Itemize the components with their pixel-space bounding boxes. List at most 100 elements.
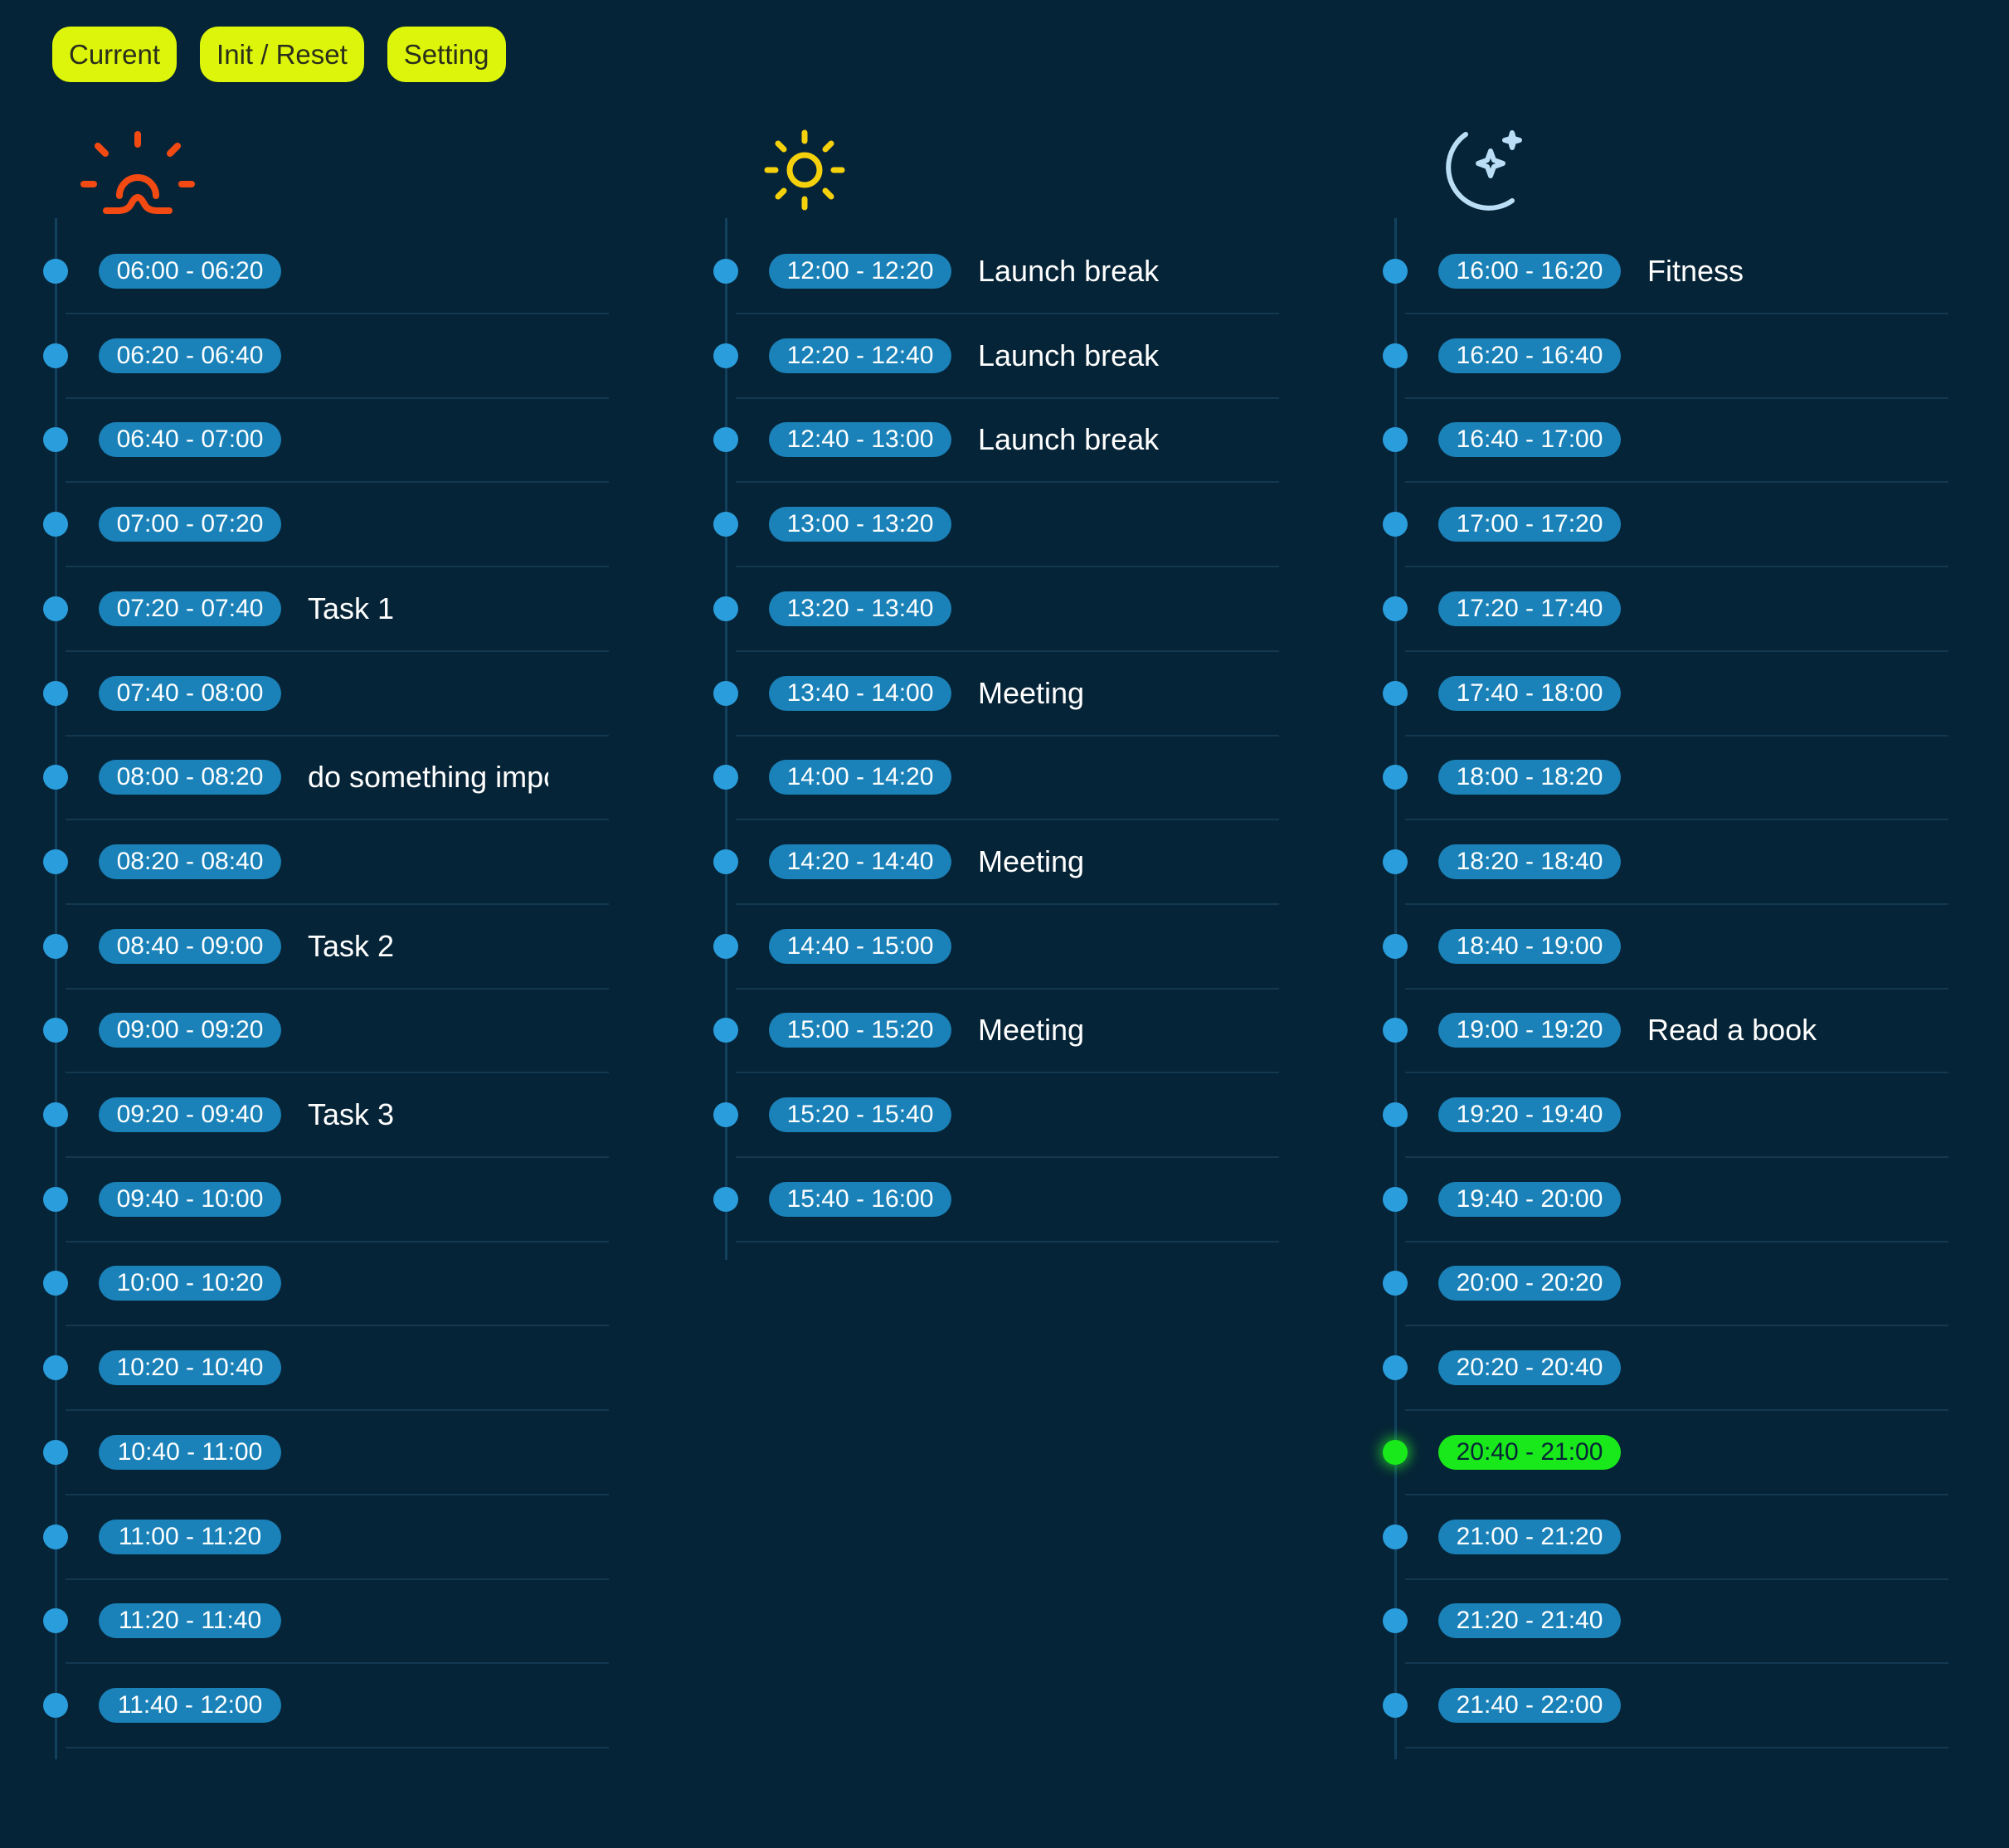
time-slot[interactable]: 17:20 - 17:40 <box>1383 567 1992 652</box>
task-label[interactable] <box>1647 1519 1888 1555</box>
time-slot[interactable]: 21:00 - 21:20 <box>1383 1495 1992 1580</box>
task-label[interactable]: Launch break <box>978 338 1219 374</box>
current-button[interactable]: Current <box>52 27 178 82</box>
task-label[interactable] <box>308 1012 548 1048</box>
time-slot[interactable]: 09:40 - 10:00 <box>43 1158 652 1243</box>
task-label[interactable] <box>978 759 1219 795</box>
time-slot[interactable]: 15:00 - 15:20 Meeting <box>713 989 1322 1074</box>
task-label[interactable]: Task 2 <box>308 928 548 965</box>
task-label[interactable]: do something impo <box>308 759 548 795</box>
task-label[interactable]: Read a book <box>1647 1012 1888 1048</box>
time-slot[interactable]: 08:00 - 08:20 do something impo <box>43 736 652 821</box>
setting-button[interactable]: Setting <box>387 27 506 82</box>
task-label[interactable] <box>1647 506 1888 542</box>
time-slot[interactable]: 09:00 - 09:20 <box>43 989 652 1074</box>
time-slot[interactable]: 13:20 - 13:40 <box>713 567 1322 652</box>
task-label[interactable] <box>1647 1434 1888 1471</box>
time-slot[interactable]: 16:00 - 16:20 Fitness <box>1383 230 1992 314</box>
task-label[interactable] <box>1647 1181 1888 1218</box>
task-label[interactable]: Meeting <box>978 1012 1219 1048</box>
task-label[interactable] <box>978 928 1219 965</box>
task-label[interactable] <box>978 1181 1219 1218</box>
time-slot[interactable]: 13:40 - 14:00 Meeting <box>713 652 1322 737</box>
time-slot[interactable]: 20:20 - 20:40 <box>1383 1326 1992 1412</box>
time-slot[interactable]: 11:20 - 11:40 <box>43 1579 652 1665</box>
task-label[interactable]: Fitness <box>1647 253 1888 289</box>
task-label[interactable] <box>1647 675 1888 712</box>
time-slot[interactable]: 12:00 - 12:20 Launch break <box>713 230 1322 314</box>
time-slot[interactable]: 16:20 - 16:40 <box>1383 314 1992 399</box>
task-label[interactable] <box>308 1434 548 1471</box>
time-slot[interactable]: 06:20 - 06:40 <box>43 314 652 399</box>
task-label[interactable] <box>308 1350 548 1386</box>
task-label[interactable] <box>1647 1350 1888 1386</box>
time-slot[interactable]: 19:00 - 19:20 Read a book <box>1383 989 1992 1074</box>
time-slot[interactable]: 10:40 - 11:00 <box>43 1411 652 1495</box>
time-slot[interactable]: 11:40 - 12:00 <box>43 1664 652 1748</box>
time-slot[interactable]: 18:40 - 19:00 <box>1383 905 1992 990</box>
task-label[interactable] <box>308 1181 548 1218</box>
task-label[interactable] <box>1647 1602 1888 1639</box>
time-slot[interactable]: 16:40 - 17:00 <box>1383 398 1992 484</box>
time-slot[interactable]: 06:40 - 07:00 <box>43 398 652 484</box>
time-slot[interactable]: 06:00 - 06:20 <box>43 230 652 314</box>
time-slot[interactable]: 15:20 - 15:40 <box>713 1073 1322 1158</box>
time-slot[interactable]: 09:20 - 09:40 Task 3 <box>43 1073 652 1158</box>
task-label[interactable] <box>1647 1687 1888 1724</box>
task-label[interactable]: Meeting <box>978 844 1219 880</box>
task-label[interactable] <box>308 1265 548 1301</box>
task-label[interactable] <box>308 675 548 712</box>
task-label[interactable] <box>1647 844 1888 880</box>
task-label[interactable] <box>308 1687 548 1724</box>
time-slot[interactable]: 08:40 - 09:00 Task 2 <box>43 905 652 990</box>
task-label[interactable] <box>1647 338 1888 374</box>
task-label[interactable] <box>978 591 1219 627</box>
time-slot[interactable]: 17:40 - 18:00 <box>1383 652 1992 737</box>
time-slot[interactable]: 17:00 - 17:20 <box>1383 483 1992 568</box>
time-slot[interactable]: 10:20 - 10:40 <box>43 1326 652 1412</box>
time-slot[interactable]: 12:40 - 13:00 Launch break <box>713 398 1322 484</box>
task-label[interactable]: Meeting <box>978 675 1219 712</box>
time-slot[interactable]: 10:00 - 10:20 <box>43 1242 652 1327</box>
task-label[interactable] <box>308 338 548 374</box>
task-label[interactable] <box>978 1097 1219 1133</box>
time-slot[interactable]: 15:40 - 16:00 <box>713 1158 1322 1243</box>
task-label[interactable] <box>1647 928 1888 965</box>
task-label[interactable] <box>308 844 548 880</box>
task-label[interactable] <box>308 421 548 458</box>
time-slot[interactable]: 20:00 - 20:20 <box>1383 1242 1992 1327</box>
task-label[interactable] <box>1647 1097 1888 1133</box>
time-slot[interactable]: 14:00 - 14:20 <box>713 736 1322 821</box>
time-slot[interactable]: 13:00 - 13:20 <box>713 483 1322 568</box>
task-label[interactable]: Task 3 <box>308 1097 548 1133</box>
time-slot[interactable]: 11:00 - 11:20 <box>43 1495 652 1580</box>
task-label[interactable]: Launch break <box>978 421 1219 458</box>
task-label[interactable] <box>1647 591 1888 627</box>
time-slot[interactable]: 14:20 - 14:40 Meeting <box>713 820 1322 905</box>
time-slot[interactable]: 21:40 - 22:00 <box>1383 1664 1992 1748</box>
task-label[interactable] <box>308 1519 548 1555</box>
task-label[interactable] <box>1647 1265 1888 1301</box>
time-slot[interactable]: 19:20 - 19:40 <box>1383 1073 1992 1158</box>
time-slot[interactable]: 07:20 - 07:40 Task 1 <box>43 567 652 652</box>
time-slot[interactable]: 18:00 - 18:20 <box>1383 736 1992 821</box>
time-slot[interactable]: 07:40 - 08:00 <box>43 652 652 737</box>
time-slot[interactable]: 14:40 - 15:00 <box>713 905 1322 990</box>
task-label[interactable] <box>1647 759 1888 795</box>
time-slot[interactable]: 07:00 - 07:20 <box>43 483 652 568</box>
task-label[interactable] <box>308 506 548 542</box>
time-slot[interactable]: 21:20 - 21:40 <box>1383 1579 1992 1665</box>
task-label[interactable] <box>1647 421 1888 458</box>
time-slot[interactable]: 19:40 - 20:00 <box>1383 1158 1992 1243</box>
task-label[interactable] <box>978 506 1219 542</box>
task-label[interactable]: Launch break <box>978 253 1219 289</box>
task-label[interactable] <box>308 253 548 289</box>
time-range-badge: 08:20 - 08:40 <box>99 844 281 879</box>
current-time-slot[interactable]: 20:40 - 21:00 <box>1383 1411 1992 1495</box>
task-label[interactable] <box>308 1602 548 1639</box>
time-slot[interactable]: 18:20 - 18:40 <box>1383 820 1992 905</box>
init-reset-button[interactable]: Init / Reset <box>200 27 364 82</box>
time-slot[interactable]: 12:20 - 12:40 Launch break <box>713 314 1322 399</box>
task-label[interactable]: Task 1 <box>308 591 548 627</box>
time-slot[interactable]: 08:20 - 08:40 <box>43 820 652 905</box>
